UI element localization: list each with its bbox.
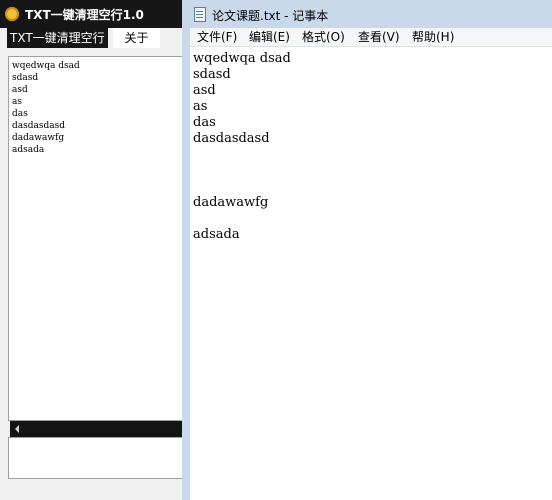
menu-format[interactable]: 格式(O) (302, 28, 345, 46)
list-line: wqedwqa dsad (12, 61, 80, 71)
horizontal-scrollbar[interactable] (10, 421, 184, 437)
text-line: wqedwqa dsad (193, 51, 291, 66)
arrow-left-icon[interactable] (15, 425, 19, 433)
txt-cleaner-window: TXT一键清理空行1.0 TXT一键清理空行 关于 wqedwqa dsad s… (0, 0, 188, 500)
text-line: sdasd (193, 67, 231, 82)
list-line: sdasd (12, 73, 39, 83)
menu-item-about[interactable]: 关于 (113, 28, 160, 48)
list-line: asd (12, 85, 28, 95)
menu-help[interactable]: 帮助(H) (412, 28, 454, 46)
text-line: adsada (193, 227, 240, 242)
cleaned-text-lines: wqedwqa dsad sdasd asd as das dasdasdasd… (12, 60, 80, 156)
menu-item-one-click-clean[interactable]: TXT一键清理空行 (7, 28, 108, 48)
list-line: dadawawfg (12, 133, 65, 143)
notepad-titlebar[interactable]: 论文课题.txt - 记事本 (182, 0, 552, 28)
notepad-text-content: wqedwqa dsad sdasd asd as das dasdasdasd… (193, 51, 291, 243)
list-line: dasdasdasd (12, 121, 65, 131)
menu-file[interactable]: 文件(F) (197, 28, 237, 46)
text-line: dasdasdasd (193, 131, 270, 146)
notepad-document-icon (194, 7, 206, 22)
list-line: adsada (12, 145, 45, 155)
notepad-menubar: 文件(F) 编辑(E) 格式(O) 查看(V) 帮助(H) (190, 28, 552, 47)
notepad-title: 论文课题.txt - 记事本 (212, 9, 329, 23)
notepad-frame-left (182, 0, 190, 500)
txt-cleaner-titlebar[interactable]: TXT一键清理空行1.0 (0, 0, 188, 28)
txt-cleaner-menubar: TXT一键清理空行 关于 (0, 28, 188, 48)
status-panel (8, 437, 184, 479)
text-line: dadawawfg (193, 195, 269, 210)
notepad-window: 论文课题.txt - 记事本 文件(F) 编辑(E) 格式(O) 查看(V) 帮… (182, 0, 552, 500)
list-line: as (12, 97, 22, 107)
txt-cleaner-title: TXT一键清理空行1.0 (25, 8, 144, 22)
text-line: as (193, 99, 208, 114)
cleaned-text-list[interactable]: wqedwqa dsad sdasd asd as das dasdasdasd… (8, 56, 184, 421)
app-logo-icon (5, 7, 19, 21)
menu-view[interactable]: 查看(V) (358, 28, 400, 46)
list-line: das (12, 109, 28, 119)
text-line: asd (193, 83, 216, 98)
notepad-text-area[interactable]: wqedwqa dsad sdasd asd as das dasdasdasd… (190, 47, 552, 500)
menu-edit[interactable]: 编辑(E) (249, 28, 290, 46)
text-line: das (193, 115, 216, 130)
